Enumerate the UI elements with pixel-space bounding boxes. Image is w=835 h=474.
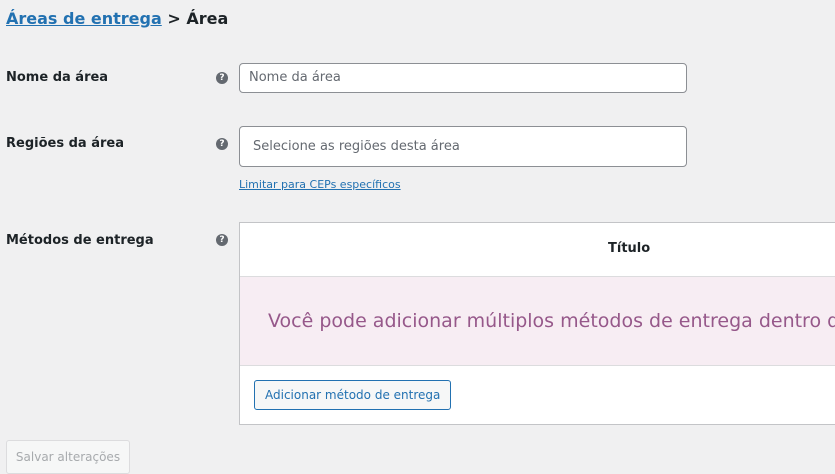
help-icon[interactable]: ? bbox=[216, 72, 228, 84]
zone-regions-label: Regiões da área bbox=[6, 136, 124, 151]
shipping-methods-label: Métodos de entrega bbox=[6, 233, 154, 248]
column-header-title: Título bbox=[240, 223, 835, 277]
zone-regions-select[interactable]: Selecione as regiões desta área bbox=[239, 126, 687, 167]
breadcrumb-separator: > bbox=[167, 9, 181, 28]
zone-name-label: Nome da área bbox=[6, 70, 109, 85]
breadcrumb-shipping-zones-link[interactable]: Áreas de entrega bbox=[6, 9, 162, 28]
breadcrumb: Áreas de entrega > Área bbox=[6, 9, 228, 29]
table-footer: Adicionar método de entrega bbox=[240, 366, 835, 424]
limit-postcodes-link[interactable]: Limitar para CEPs específicos bbox=[239, 178, 401, 191]
blank-state-message: Você pode adicionar múltiplos métodos de… bbox=[240, 277, 835, 366]
zone-name-input[interactable]: Nome da área bbox=[239, 63, 687, 93]
save-changes-button[interactable]: Salvar alterações bbox=[6, 440, 130, 474]
help-icon[interactable]: ? bbox=[216, 234, 228, 246]
add-shipping-method-button[interactable]: Adicionar método de entrega bbox=[254, 380, 452, 410]
shipping-methods-table: Título Você pode adicionar múltiplos mét… bbox=[239, 222, 835, 425]
breadcrumb-current: Área bbox=[186, 9, 229, 28]
help-icon[interactable]: ? bbox=[216, 138, 228, 150]
